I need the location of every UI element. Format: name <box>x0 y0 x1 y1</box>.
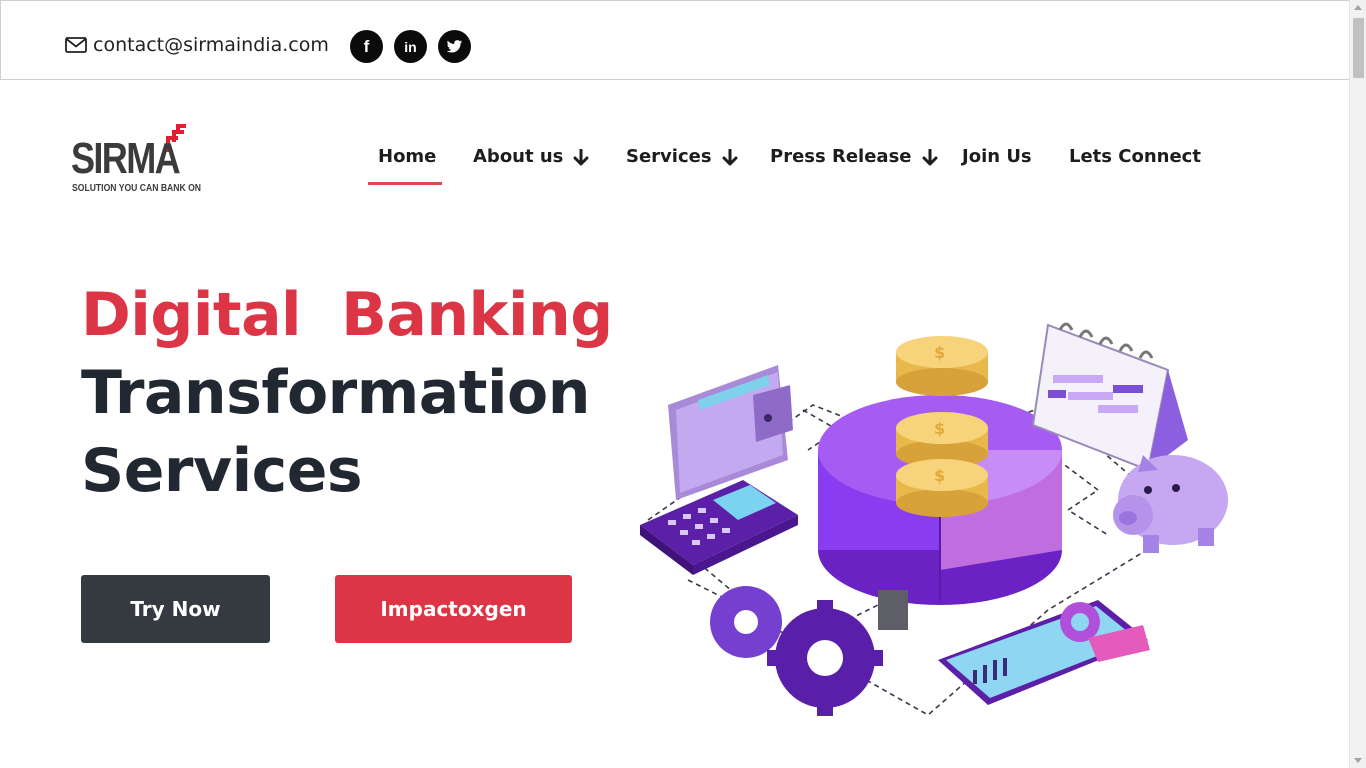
top-contact-bar: contact@sirmaindia.com f in <box>0 0 1349 80</box>
piggy-bank-icon <box>1113 455 1228 553</box>
email-link[interactable]: contact@sirmaindia.com <box>65 34 329 56</box>
nav-item-home[interactable]: Home <box>378 146 436 186</box>
hero-line-2: Transformation <box>81 358 590 428</box>
nav-item-label: Press Release <box>770 146 912 167</box>
nav-item-about-us[interactable]: About us <box>473 146 589 186</box>
twitter-button[interactable] <box>438 30 471 63</box>
svg-text:$: $ <box>934 466 945 485</box>
scroll-up-arrow-icon[interactable] <box>1354 5 1362 10</box>
hero-line-3: Services <box>81 436 363 506</box>
hero-line-1: Digital Banking <box>81 276 613 354</box>
wallet-icon <box>668 365 793 500</box>
digital-banking-illustration: $ $ $ <box>640 322 1228 716</box>
nav-item-label: Join Us <box>962 146 1032 167</box>
facebook-icon: f <box>363 36 370 56</box>
arrow-down-icon <box>722 149 738 166</box>
twitter-icon <box>446 39 463 53</box>
hero-heading: Digital Banking Transformation Services <box>81 276 613 510</box>
linkedin-button[interactable]: in <box>394 30 427 63</box>
logo-wordmark: SIRMA <box>71 134 181 183</box>
scroll-down-arrow-icon[interactable] <box>1354 758 1362 763</box>
scrollbar-thumb[interactable] <box>1353 18 1364 78</box>
hero-word-digital: Digital <box>81 280 302 350</box>
impactoxgen-button[interactable]: Impactoxgen <box>335 575 572 643</box>
active-nav-indicator <box>368 182 442 185</box>
page-scrollbar[interactable] <box>1349 0 1366 768</box>
facebook-button[interactable]: f <box>350 30 383 63</box>
linkedin-icon: in <box>404 38 417 55</box>
nav-item-label: Services <box>626 146 712 167</box>
coins-icon: $ $ $ <box>896 336 988 517</box>
hero-word-banking: Banking <box>341 280 613 350</box>
svg-text:$: $ <box>934 343 945 362</box>
svg-text:$: $ <box>934 419 945 438</box>
nav-item-label: Home <box>378 146 437 167</box>
try-now-button[interactable]: Try Now <box>81 575 270 643</box>
page: contact@sirmaindia.com f in SIRMA SOLUTI… <box>0 0 1366 768</box>
gear-icon <box>710 586 883 716</box>
arrow-down-icon <box>573 149 589 166</box>
logo-tagline: SOLUTION YOU CAN BANK ON <box>72 182 201 194</box>
arrow-down-icon <box>922 149 937 166</box>
calculator-icon <box>640 480 798 575</box>
nav-item-services[interactable]: Services <box>626 146 738 186</box>
nav-item-lets-connect[interactable]: Lets Connect <box>1069 146 1201 186</box>
nav-item-press-release[interactable]: Press Release <box>770 146 938 186</box>
smartphone-icon <box>938 600 1150 705</box>
email-text: contact@sirmaindia.com <box>93 34 329 56</box>
nav-item-label: About us <box>473 146 564 167</box>
nav-item-label: Lets Connect <box>1069 146 1201 167</box>
sirma-logo[interactable]: SIRMA SOLUTION YOU CAN BANK ON <box>70 122 201 196</box>
envelope-icon <box>65 37 87 53</box>
nav-item-join-us[interactable]: Join Us <box>962 146 1032 186</box>
